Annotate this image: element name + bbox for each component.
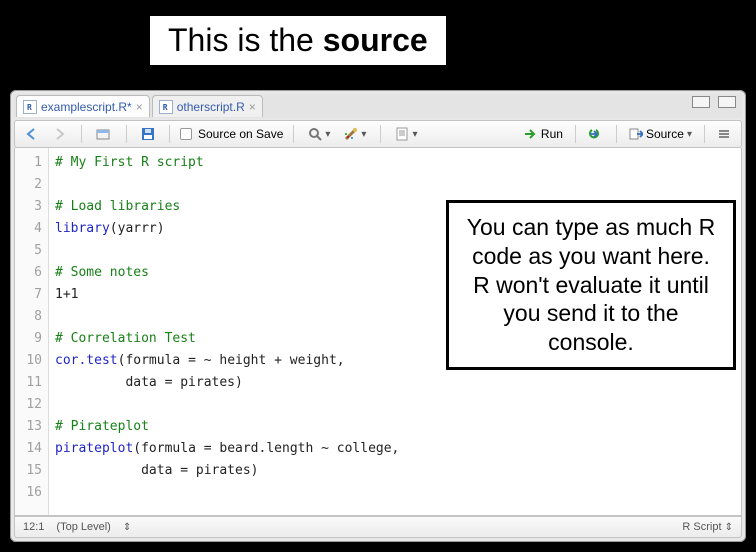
source-label: Source: [646, 127, 684, 141]
line-number: 10: [15, 350, 42, 372]
separator: [380, 125, 381, 143]
code-line[interactable]: 1+1: [55, 284, 399, 306]
separator: [616, 125, 617, 143]
line-number: 15: [15, 460, 42, 482]
file-type-label[interactable]: R Script: [682, 521, 721, 533]
minimize-pane-button[interactable]: [692, 96, 710, 108]
code-content[interactable]: # My First R script # Load librarieslibra…: [49, 148, 405, 515]
pane-controls: [692, 96, 736, 108]
line-number: 8: [15, 306, 42, 328]
code-line[interactable]: # Correlation Test: [55, 328, 399, 350]
run-button[interactable]: Run: [520, 125, 567, 143]
line-number: 2: [15, 174, 42, 196]
separator: [169, 125, 170, 143]
scope-indicator[interactable]: (Top Level): [56, 521, 110, 533]
hero-prefix: This is the: [168, 22, 323, 58]
maximize-pane-button[interactable]: [718, 96, 736, 108]
code-line[interactable]: cor.test(formula = ~ height + weight,: [55, 350, 399, 372]
compile-report-button[interactable]: ▾: [391, 125, 421, 143]
code-line[interactable]: data = pirates): [55, 460, 399, 482]
dropdown-icon: ▾: [687, 129, 692, 140]
line-number: 9: [15, 328, 42, 350]
forward-button[interactable]: [49, 126, 71, 142]
tab-otherscript[interactable]: otherscript.R ×: [152, 95, 263, 117]
separator: [126, 125, 127, 143]
line-number: 16: [15, 482, 42, 504]
code-line[interactable]: [55, 240, 399, 262]
code-tools-button[interactable]: ▾: [340, 125, 370, 143]
cursor-position: 12:1: [23, 521, 44, 533]
code-line[interactable]: [55, 394, 399, 416]
line-number: 12: [15, 394, 42, 416]
code-line[interactable]: # Load libraries: [55, 196, 399, 218]
r-file-icon: [23, 100, 37, 114]
back-button[interactable]: [21, 126, 43, 142]
tab-label: examplescript.R*: [41, 100, 132, 114]
code-line[interactable]: # My First R script: [55, 152, 399, 174]
separator: [81, 125, 82, 143]
r-file-icon: [159, 100, 173, 114]
callout-text: You can type as much R code as you want …: [467, 214, 715, 355]
annotation-callout: You can type as much R code as you want …: [446, 200, 736, 370]
tab-label: otherscript.R: [177, 100, 245, 114]
close-icon[interactable]: ×: [249, 100, 256, 114]
code-line[interactable]: # Pirateplot: [55, 416, 399, 438]
dropdown-icon: ▾: [361, 129, 366, 140]
source-on-save-checkbox[interactable]: [180, 128, 192, 140]
tab-bar: examplescript.R* × otherscript.R ×: [14, 94, 742, 118]
tab-examplescript[interactable]: examplescript.R* ×: [16, 95, 150, 117]
separator: [293, 125, 294, 143]
line-number-gutter: 12345678910111213141516: [15, 148, 49, 515]
outline-button[interactable]: [713, 126, 735, 142]
line-number: 14: [15, 438, 42, 460]
source-button[interactable]: Source ▾: [625, 125, 696, 143]
code-line[interactable]: # Some notes: [55, 262, 399, 284]
save-button[interactable]: [137, 125, 159, 143]
show-in-new-window-button[interactable]: [92, 125, 116, 143]
code-line[interactable]: [55, 482, 399, 504]
line-number: 3: [15, 196, 42, 218]
code-line[interactable]: library(yarrr): [55, 218, 399, 240]
status-bar: 12:1 (Top Level) ⇕ R Script ⇕: [14, 516, 742, 538]
hero-bold: source: [323, 22, 428, 58]
run-label: Run: [541, 127, 563, 141]
dropdown-icon: ▾: [412, 129, 417, 140]
line-number: 5: [15, 240, 42, 262]
rerun-button[interactable]: [584, 126, 608, 142]
code-line[interactable]: [55, 174, 399, 196]
code-line[interactable]: pirateplot(formula = beard.length ~ coll…: [55, 438, 399, 460]
line-number: 11: [15, 372, 42, 394]
scope-dropdown-icon[interactable]: ⇕: [123, 522, 131, 533]
editor-toolbar: Source on Save ▾ ▾ ▾ Run: [14, 120, 742, 148]
line-number: 13: [15, 416, 42, 438]
line-number: 1: [15, 152, 42, 174]
file-type-dropdown-icon[interactable]: ⇕: [725, 522, 733, 533]
line-number: 4: [15, 218, 42, 240]
line-number: 7: [15, 284, 42, 306]
code-line[interactable]: [55, 306, 399, 328]
line-number: 6: [15, 262, 42, 284]
find-button[interactable]: ▾: [304, 125, 334, 143]
separator: [704, 125, 705, 143]
close-icon[interactable]: ×: [136, 100, 143, 114]
separator: [575, 125, 576, 143]
dropdown-icon: ▾: [325, 129, 330, 140]
source-on-save-label: Source on Save: [198, 127, 283, 141]
page-title: This is the source: [150, 16, 446, 65]
code-line[interactable]: data = pirates): [55, 372, 399, 394]
